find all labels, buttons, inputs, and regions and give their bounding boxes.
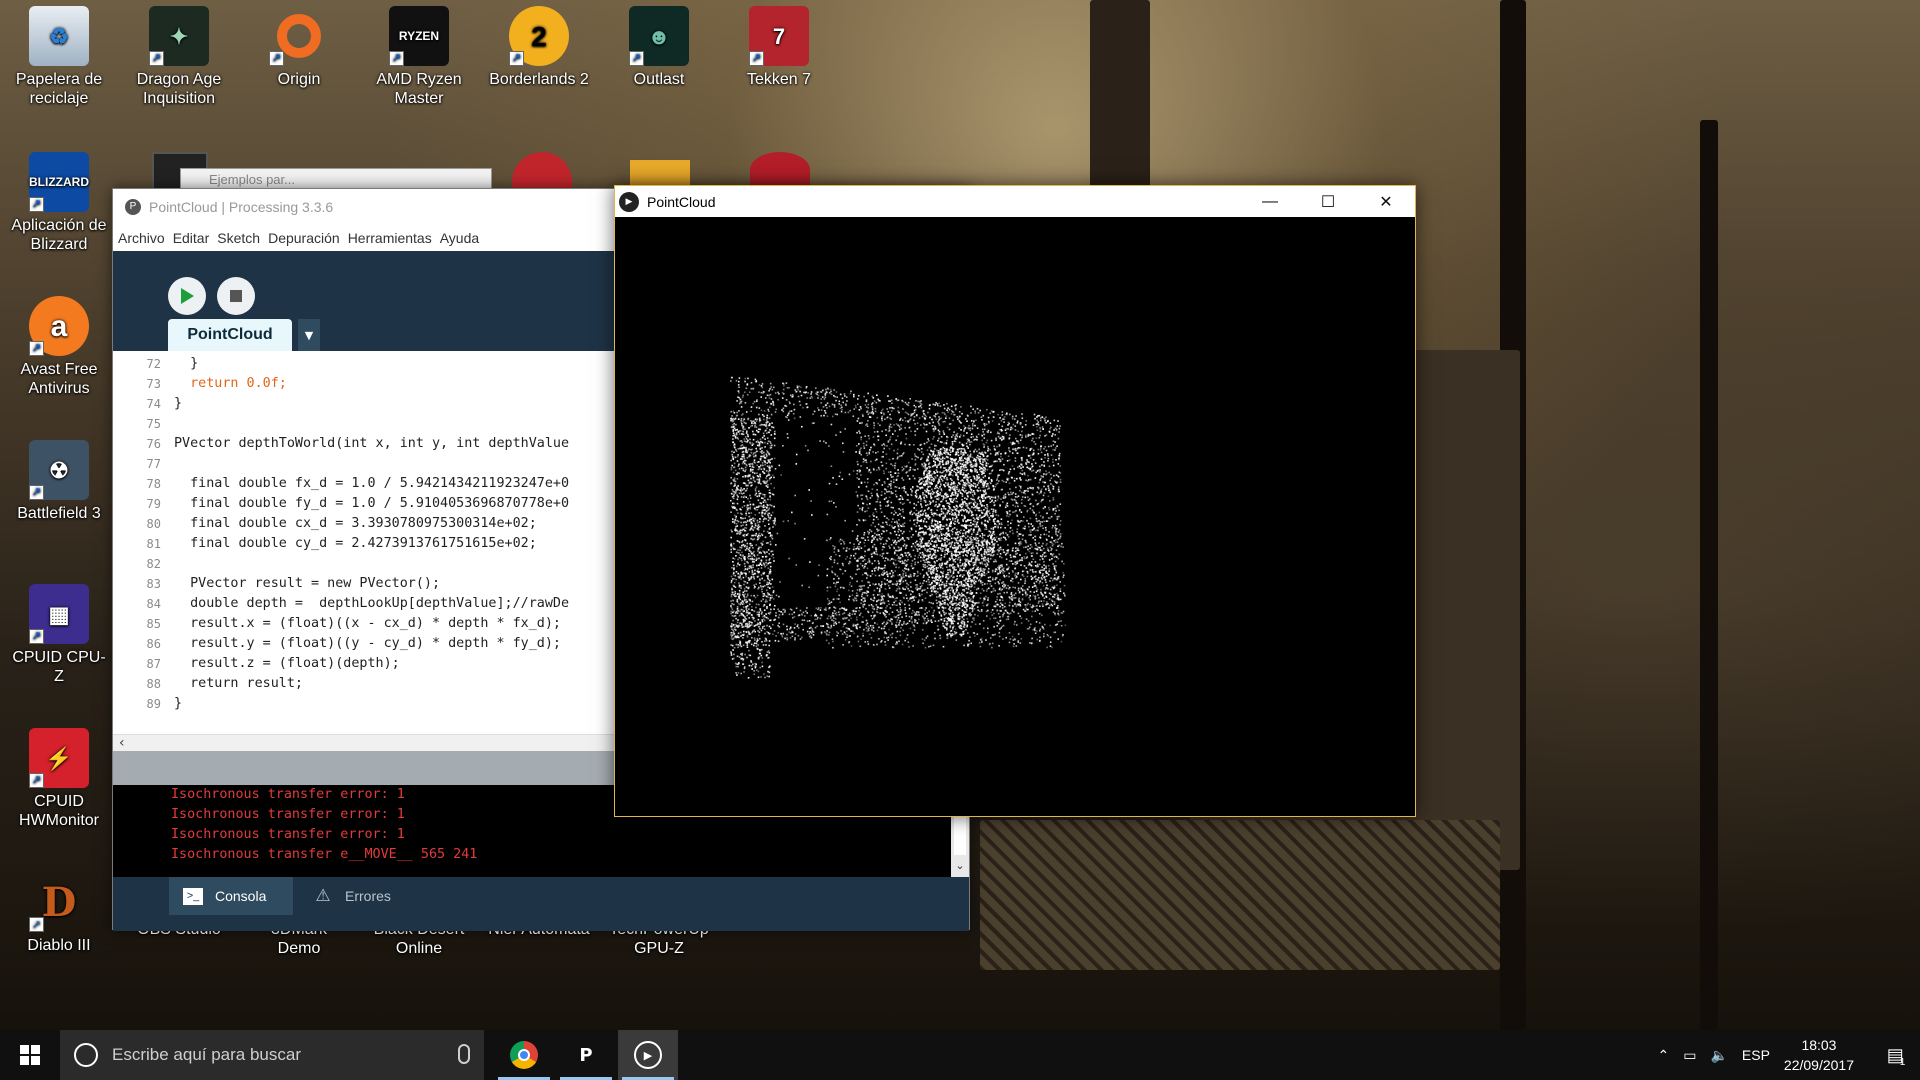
- start-button[interactable]: [0, 1030, 60, 1080]
- close-button[interactable]: ✕: [1357, 186, 1415, 217]
- taskbar-processing[interactable]: P: [556, 1030, 616, 1080]
- cpuz-icon: ▦ ↗: [29, 584, 89, 644]
- notification-count: 1: [1899, 1056, 1906, 1068]
- red-eye-icon[interactable]: [750, 152, 810, 188]
- system-tray: ⌃ ▭ 🔈 ESP 18:03 22/09/2017 ▤ 1: [1658, 1030, 1920, 1080]
- avast-icon: a ↗: [29, 296, 89, 356]
- desktop-icon-diablo[interactable]: D ↗ Diablo III: [8, 872, 110, 955]
- sketch-play-icon: ▶: [634, 1041, 662, 1069]
- cortana-icon: [74, 1043, 98, 1067]
- menu-herramientas[interactable]: Herramientas: [348, 230, 432, 246]
- sketch-window-title: PointCloud: [647, 193, 716, 210]
- chevron-down-icon: ▼: [304, 328, 314, 342]
- outlast-icon: ☻ ↗: [629, 6, 689, 66]
- pubg-icon[interactable]: [630, 160, 690, 188]
- tab-console[interactable]: >_ Consola: [169, 877, 293, 915]
- processing-play-icon: ▶: [619, 191, 639, 212]
- console-line: Isochronous transfer error: 1: [171, 827, 405, 842]
- sketch-titlebar[interactable]: ▶ PointCloud — ☐ ✕: [615, 186, 1415, 217]
- wallpaper-fence: [980, 820, 1500, 970]
- volume-icon[interactable]: 🔈: [1710, 1047, 1727, 1064]
- hwmonitor-icon: ⚡ ↗: [29, 728, 89, 788]
- desktop-icon-blizzard[interactable]: BLIZZARD ↗ Aplicación de Blizzard: [8, 152, 110, 254]
- warning-icon: ⚠: [315, 886, 331, 905]
- close-icon: ✕: [1379, 193, 1393, 211]
- microphone-icon[interactable]: [458, 1044, 470, 1064]
- tab-menu-button[interactable]: ▼: [298, 319, 320, 351]
- pointcloud-sketch-window[interactable]: ▶ PointCloud — ☐ ✕: [614, 185, 1416, 817]
- clock[interactable]: 18:03 22/09/2017: [1784, 1035, 1854, 1075]
- diablo-icon: D ↗: [29, 872, 89, 932]
- windows-icon: [20, 1045, 40, 1065]
- pointcloud-canvas[interactable]: [615, 217, 1415, 816]
- action-center-button[interactable]: ▤ 1: [1872, 1030, 1920, 1080]
- taskbar-chrome[interactable]: [494, 1030, 554, 1080]
- run-button[interactable]: [168, 277, 206, 315]
- chrome-icon: [510, 1041, 538, 1069]
- wallpaper-tree: [1700, 120, 1718, 1030]
- console-tabbar: >_ Consola ⚠ Errores: [113, 877, 969, 931]
- maximize-icon: ☐: [1320, 193, 1336, 211]
- tab-pointcloud[interactable]: PointCloud: [168, 319, 292, 351]
- pointcloud-render: [730, 376, 1067, 679]
- menu-depuracion[interactable]: Depuración: [268, 230, 340, 246]
- borderlands-icon: 2 ↗: [509, 6, 569, 66]
- menu-ayuda[interactable]: Ayuda: [440, 230, 479, 246]
- ryzen-icon: RYZEN ↗: [389, 6, 449, 66]
- taskbar-search-box[interactable]: Escribe aquí para buscar: [60, 1030, 484, 1080]
- desktop-icon-borderlands[interactable]: 2 ↗ Borderlands 2: [488, 6, 590, 89]
- processing-icon: P: [579, 1044, 593, 1066]
- desktop-icon-outlast[interactable]: ☻ ↗ Outlast: [608, 6, 710, 89]
- tekken-icon: 7 ↗: [749, 6, 809, 66]
- tab-errors[interactable]: ⚠ Errores: [299, 877, 407, 915]
- desktop-icon-avast[interactable]: a ↗ Avast Free Antivirus: [8, 296, 110, 398]
- taskbar: Escribe aquí para buscar P ▶ ⌃ ▭ 🔈 ESP 1…: [0, 1030, 1920, 1080]
- desktop-icon-amd-ryzen[interactable]: RYZEN ↗ AMD Ryzen Master: [368, 6, 470, 108]
- clock-date: 22/09/2017: [1783, 1057, 1854, 1073]
- menu-editar[interactable]: Editar: [173, 230, 210, 246]
- taskbar-sketch[interactable]: ▶: [618, 1030, 678, 1080]
- clock-time: 18:03: [1801, 1037, 1837, 1053]
- desktop-icon-battlefield[interactable]: ☢ ↗ Battlefield 3: [8, 440, 110, 523]
- battlefield-icon: ☢ ↗: [29, 440, 89, 500]
- desktop-icon-cpuz[interactable]: ▦ ↗ CPUID CPU-Z: [8, 584, 110, 686]
- scroll-left-icon[interactable]: ‹: [119, 735, 125, 751]
- origin-icon: ↗: [269, 6, 329, 66]
- desktop-icon-recycle-bin[interactable]: ♻ Papelera de reciclaje: [8, 6, 110, 108]
- ide-window-title: PointCloud | Processing 3.3.6: [149, 199, 334, 215]
- desktop-icon-dragon-age[interactable]: ✦ ↗ Dragon Age Inquisition: [128, 6, 230, 108]
- menu-archivo[interactable]: Archivo: [118, 230, 165, 246]
- chevron-up-icon[interactable]: ⌃: [1658, 1047, 1670, 1064]
- processing-logo-icon: P: [125, 199, 141, 215]
- search-placeholder: Escribe aquí para buscar: [112, 1045, 301, 1064]
- desktop-icon-tekken[interactable]: 7 ↗ Tekken 7: [728, 6, 830, 89]
- stop-button[interactable]: [217, 277, 255, 315]
- recycle-bin-icon: ♻: [29, 6, 89, 66]
- maximize-button[interactable]: ☐: [1299, 186, 1357, 217]
- network-icon[interactable]: ▭: [1683, 1047, 1696, 1064]
- menu-sketch[interactable]: Sketch: [217, 230, 260, 246]
- minimize-button[interactable]: —: [1241, 186, 1299, 217]
- desktop-icon-origin[interactable]: ↗ Origin: [248, 6, 350, 89]
- blizzard-icon: BLIZZARD ↗: [29, 152, 89, 212]
- play-icon: [181, 288, 194, 304]
- terminal-icon: >_: [183, 887, 203, 905]
- minimize-icon: —: [1262, 192, 1278, 210]
- desktop-icon-hwmonitor[interactable]: ⚡ ↗ CPUID HWMonitor: [8, 728, 110, 830]
- language-indicator[interactable]: ESP: [1742, 1047, 1770, 1063]
- console-line: Isochronous transfer e__MOVE__ 565 241: [171, 847, 478, 862]
- dragon-age-icon: ✦ ↗: [149, 6, 209, 66]
- borderlands-badge-icon[interactable]: [512, 152, 572, 188]
- scroll-down-icon[interactable]: ⌄: [951, 859, 969, 877]
- stop-icon: [230, 290, 242, 302]
